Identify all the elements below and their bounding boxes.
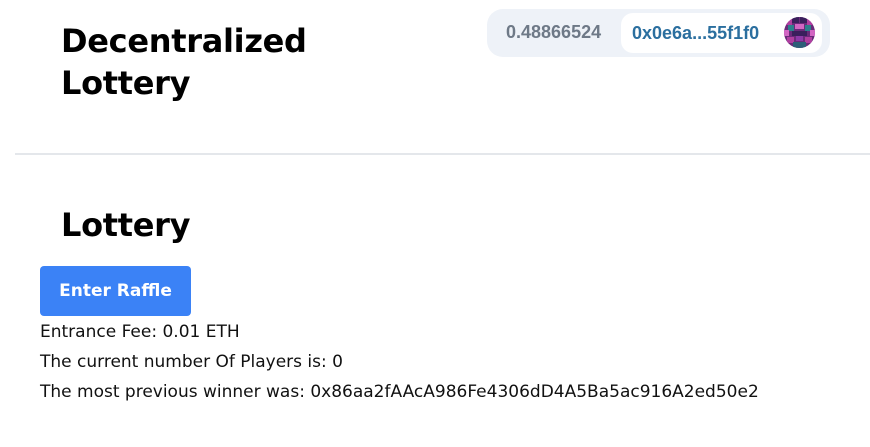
header-divider (15, 153, 870, 155)
site-title: Decentralized Lottery (61, 22, 307, 102)
account-address-button[interactable]: 0x0e6a...55f1f0 (621, 13, 822, 53)
wallet-connect-widget[interactable]: 0.48866524 0x0e6a...55f1f0 (487, 9, 830, 57)
players-count-text: The current number Of Players is: 0 (40, 352, 343, 372)
recent-winner-text: The most previous winner was: 0x86aa2fAA… (40, 382, 759, 402)
wallet-balance: 0.48866524 (506, 22, 602, 42)
account-address: 0x0e6a...55f1f0 (632, 23, 760, 43)
identicon-avatar-icon (784, 17, 815, 48)
entrance-fee-text: Entrance Fee: 0.01 ETH (40, 322, 240, 342)
enter-raffle-button[interactable]: Enter Raffle (40, 266, 191, 316)
lottery-title: Lottery (61, 206, 191, 244)
page: Decentralized Lottery 0.48866524 0x0e6a.… (0, 0, 870, 447)
